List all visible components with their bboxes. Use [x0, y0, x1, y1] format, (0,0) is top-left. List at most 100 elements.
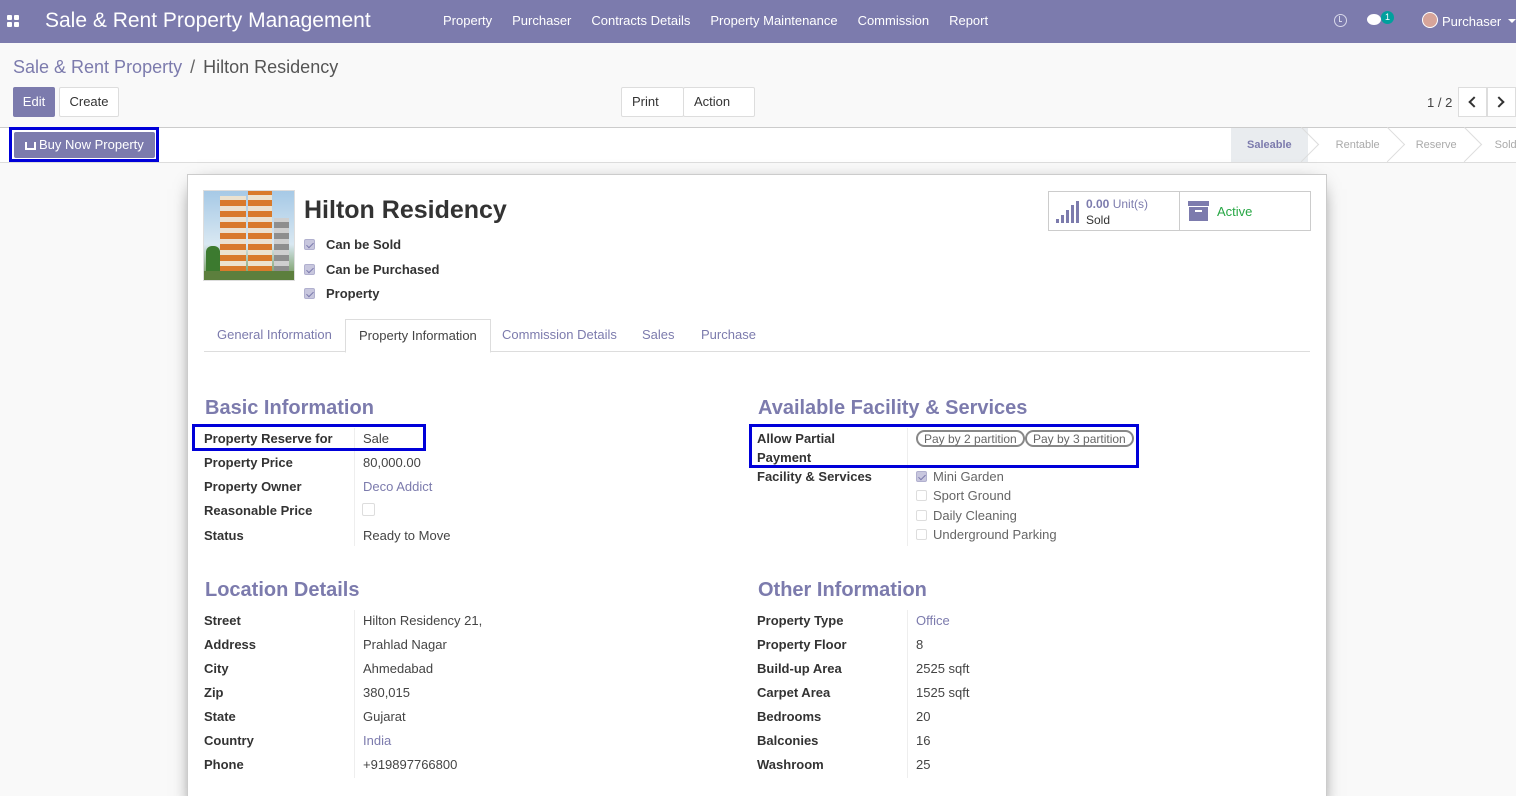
user-menu[interactable]: Purchaser [1442, 14, 1501, 29]
property-owner-link[interactable]: Deco Addict [363, 479, 432, 494]
chevron-left-icon [1468, 96, 1480, 108]
sold-unit: Unit(s) [1112, 197, 1149, 211]
property-floor-label: Property Floor [757, 637, 847, 652]
pager-value[interactable]: 1 / 2 [1427, 95, 1452, 110]
sold-number: 0.00 [1086, 197, 1110, 211]
menu-property[interactable]: Property [433, 13, 502, 28]
tab-commission-details[interactable]: Commission Details [489, 319, 630, 352]
menu-report[interactable]: Report [939, 13, 998, 28]
apps-menu-icon[interactable] [7, 15, 19, 27]
stage-saleable[interactable]: Saleable [1231, 126, 1319, 163]
service-mini-garden[interactable]: Mini Garden [916, 469, 1004, 484]
tab-purchase[interactable]: Purchase [688, 319, 769, 352]
property-type-label: Property Type [757, 613, 844, 628]
highlight-box-partial-payment [749, 424, 1139, 468]
stage-rentable[interactable]: Rentable [1308, 126, 1405, 163]
app-title: Sale & Rent Property Management [45, 9, 371, 32]
field-divider [907, 610, 908, 778]
zip-label: Zip [204, 685, 224, 700]
service-label: Sport Ground [933, 488, 1012, 503]
flag-label: Property [326, 286, 380, 301]
status-label: Status [204, 528, 244, 543]
smart-buttons: 0.00 Unit(s) Sold Active [1048, 191, 1311, 231]
breadcrumb-parent-link[interactable]: Sale & Rent Property [13, 57, 182, 77]
service-label: Daily Cleaning [933, 508, 1017, 523]
service-underground-parking[interactable]: Underground Parking [916, 527, 1057, 542]
checkbox-checked-icon[interactable] [304, 288, 315, 299]
record-title: Hilton Residency [304, 196, 507, 224]
create-button[interactable]: Create [59, 87, 119, 117]
active-toggle-button[interactable]: Active [1180, 192, 1310, 230]
stage-reserve[interactable]: Reserve [1394, 126, 1482, 163]
messaging-icon[interactable] [1367, 14, 1381, 25]
build-up-area-value: 2525 sqft [916, 661, 970, 676]
action-label: Action [694, 94, 731, 109]
flag-can-be-purchased[interactable]: Can be Purchased [304, 262, 439, 277]
property-image[interactable] [203, 190, 295, 281]
edit-button[interactable]: Edit [13, 87, 55, 117]
bedrooms-value: 20 [916, 709, 931, 724]
property-price-label: Property Price [204, 455, 293, 470]
flag-label: Can be Purchased [326, 262, 440, 277]
service-label: Mini Garden [933, 469, 1004, 484]
checkbox-empty-icon[interactable] [916, 529, 927, 540]
user-avatar[interactable] [1422, 12, 1438, 28]
chevron-right-icon [1493, 96, 1505, 108]
message-count-badge: 1 [1381, 11, 1394, 24]
checkbox-empty-icon[interactable] [916, 510, 927, 521]
sold-value: 0.00 Unit(s) [1086, 197, 1148, 211]
facility-services-title: Available Facility & Services [758, 397, 1028, 419]
stage-pipeline: Saleable Rentable Reserve Sold [1231, 126, 1516, 163]
breadcrumb: Sale & Rent Property / Hilton Residency [13, 57, 338, 78]
user-menu-caret-icon[interactable] [1508, 19, 1516, 23]
balconies-value: 16 [916, 733, 931, 748]
tab-sales[interactable]: Sales [629, 319, 688, 352]
reasonable-price-checkbox[interactable] [362, 503, 375, 516]
city-value: Ahmedabad [363, 661, 434, 676]
phone-value: +919897766800 [363, 757, 458, 772]
print-dropdown[interactable]: Print [621, 87, 684, 132]
service-label: Underground Parking [933, 527, 1057, 542]
field-divider [354, 610, 355, 778]
top-menu: Property Purchaser Contracts Details Pro… [433, 13, 998, 28]
flag-can-be-sold[interactable]: Can be Sold [304, 237, 401, 252]
pager-previous-button[interactable] [1458, 87, 1487, 117]
balconies-label: Balconies [757, 733, 819, 748]
checkbox-checked-icon[interactable] [916, 471, 927, 482]
checkbox-checked-icon[interactable] [304, 239, 315, 250]
sold-smart-button[interactable]: 0.00 Unit(s) Sold [1049, 192, 1180, 230]
service-sport-ground[interactable]: Sport Ground [916, 488, 1011, 503]
menu-contracts-details[interactable]: Contracts Details [581, 13, 700, 28]
flag-property[interactable]: Property [304, 286, 379, 301]
street-value: Hilton Residency 21, [363, 613, 483, 628]
build-up-area-label: Build-up Area [757, 661, 842, 676]
status-value: Ready to Move [363, 528, 451, 543]
service-daily-cleaning[interactable]: Daily Cleaning [916, 508, 1017, 523]
street-label: Street [204, 613, 241, 628]
menu-purchaser[interactable]: Purchaser [502, 13, 581, 28]
action-dropdown[interactable]: Action [683, 87, 755, 132]
tab-property-information[interactable]: Property Information [345, 319, 491, 353]
notebook-tabs: General Information Property Information… [204, 319, 1310, 353]
archive-icon [1188, 201, 1209, 221]
tab-general-information[interactable]: General Information [204, 319, 345, 352]
activity-clock-icon[interactable] [1334, 14, 1347, 27]
property-type-link[interactable]: Office [916, 613, 950, 628]
country-link[interactable]: India [363, 733, 391, 748]
checkbox-checked-icon[interactable] [304, 264, 315, 275]
property-owner-label: Property Owner [204, 479, 302, 494]
city-label: City [204, 661, 229, 676]
checkbox-empty-icon[interactable] [916, 490, 927, 501]
menu-commission[interactable]: Commission [848, 13, 940, 28]
highlight-box-reserve [192, 424, 426, 451]
bedrooms-label: Bedrooms [757, 709, 822, 724]
pager-next-button[interactable] [1487, 87, 1516, 117]
menu-property-maintenance[interactable]: Property Maintenance [700, 13, 847, 28]
stage-sold[interactable]: Sold [1471, 128, 1516, 162]
address-label: Address [204, 637, 257, 652]
state-value: Gujarat [363, 709, 406, 724]
signal-bars-icon [1056, 201, 1080, 223]
country-label: Country [204, 733, 254, 748]
state-label: State [204, 709, 236, 724]
stage-label: Sold [1494, 139, 1516, 151]
